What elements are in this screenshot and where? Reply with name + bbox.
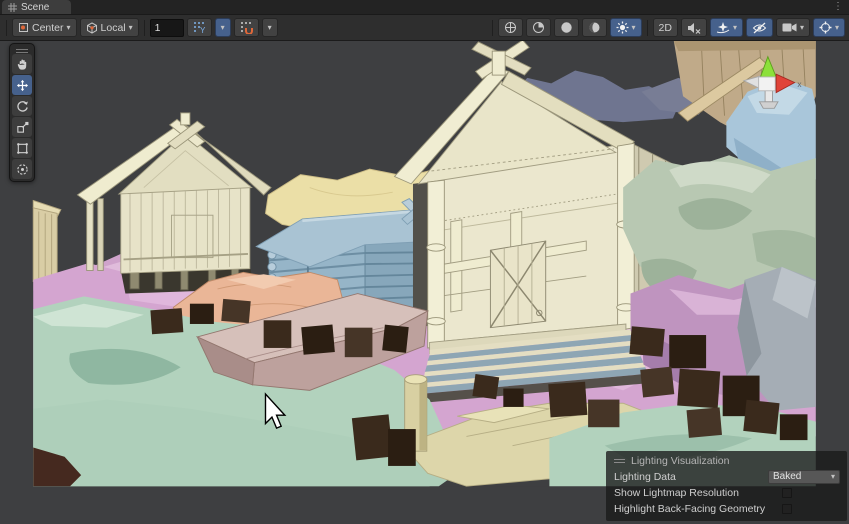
chevron-down-icon: ▾ <box>632 24 636 32</box>
chevron-down-icon: ▾ <box>221 24 225 32</box>
tab-scene[interactable]: Scene <box>2 0 71 14</box>
rotate-tool-button[interactable] <box>12 96 32 116</box>
draw-mode-lighting-button[interactable]: ▾ <box>610 18 642 37</box>
tools-drag-handle[interactable] <box>12 46 32 53</box>
tab-bar: Scene ⋮ <box>0 0 849 15</box>
grid-axis-y-icon: Y <box>193 21 206 34</box>
effects-sparkle-icon <box>716 22 730 34</box>
shading-mode-shaded-button[interactable] <box>498 18 523 37</box>
shading-mode-wireframe-button[interactable] <box>526 18 551 37</box>
lighting-data-label: Lighting Data <box>614 471 768 483</box>
panel-title: Lighting Visualization <box>631 455 729 467</box>
highlight-backfacing-label: Highlight Back-Facing Geometry <box>614 503 768 515</box>
sun-icon <box>616 21 629 34</box>
sphere-wire-icon <box>504 21 517 34</box>
rotate-icon <box>16 100 29 113</box>
chevron-down-icon: ▾ <box>831 473 835 481</box>
separator <box>647 20 648 36</box>
lighting-data-row: Lighting Data Baked ▾ <box>614 469 840 484</box>
scene-toolbar: Center ▾ Local ▾ Y <box>0 15 849 41</box>
toggle-effects-button[interactable]: ▾ <box>710 18 743 37</box>
grid-size-input[interactable] <box>150 19 184 37</box>
camera-icon <box>782 22 797 33</box>
scale-icon <box>16 121 29 134</box>
toggle-2d-button[interactable]: 2D <box>653 18 678 37</box>
separator <box>144 20 145 36</box>
scale-tool-button[interactable] <box>12 117 32 137</box>
sphere-quarter-icon <box>532 21 545 34</box>
scene-viewport[interactable]: x <box>0 41 849 524</box>
tab-menu-icon[interactable]: ⋮ <box>833 0 843 14</box>
lighting-data-value: Baked <box>773 471 801 482</box>
gizmos-toggle-button[interactable]: ▾ <box>813 18 845 37</box>
snap-settings-button[interactable] <box>234 18 259 37</box>
shading-mode-solid-button[interactable] <box>554 18 579 37</box>
transform-tool-button[interactable] <box>12 159 32 179</box>
shading-mode-shadows-button[interactable] <box>582 18 607 37</box>
show-lightmap-checkbox[interactable] <box>782 488 792 498</box>
hand-icon <box>16 58 29 71</box>
tab-title: Scene <box>21 2 49 13</box>
cube-icon <box>86 22 98 34</box>
chevron-down-icon: ▾ <box>800 24 804 32</box>
toggle-2d-label: 2D <box>659 22 672 34</box>
house-shadow-strip <box>413 182 428 328</box>
chevron-down-icon: ▾ <box>129 24 133 32</box>
camera-settings-button[interactable]: ▾ <box>776 18 810 37</box>
highlight-backfacing-row: Highlight Back-Facing Geometry <box>614 501 840 516</box>
grid-tab-icon <box>8 3 17 12</box>
orientation-mode-button[interactable]: Local ▾ <box>80 18 139 37</box>
move-icon <box>16 79 29 92</box>
separator <box>492 20 493 36</box>
orientation-mode-label: Local <box>101 22 126 34</box>
toggle-audio-button[interactable] <box>681 18 707 37</box>
show-lightmap-label: Show Lightmap Resolution <box>614 487 768 499</box>
pivot-icon <box>18 22 29 33</box>
snap-settings-dropdown[interactable]: ▾ <box>262 18 278 37</box>
toggle-hidden-objects-button[interactable] <box>746 18 773 37</box>
scene-view-window: Scene ⋮ Center ▾ Local ▾ <box>0 0 849 524</box>
lighting-data-dropdown[interactable]: Baked ▾ <box>768 470 840 484</box>
rect-icon <box>16 142 29 155</box>
separator <box>6 20 7 36</box>
chevron-down-icon: ▾ <box>268 24 272 32</box>
gizmos-sphere-icon <box>819 21 832 34</box>
snap-magnet-icon <box>240 21 253 34</box>
rect-tool-button[interactable] <box>12 138 32 158</box>
grid-visibility-dropdown[interactable]: ▾ <box>215 18 231 37</box>
eye-slash-icon <box>752 22 767 34</box>
gizmo-center-cube[interactable] <box>759 77 776 91</box>
audio-muted-icon <box>687 22 701 34</box>
move-tool-button[interactable] <box>12 75 32 95</box>
chevron-down-icon: ▾ <box>67 24 71 32</box>
chevron-down-icon: ▾ <box>733 24 737 32</box>
pan-tool-button[interactable] <box>12 54 32 74</box>
pivot-mode-button[interactable]: Center ▾ <box>12 18 77 37</box>
pivot-mode-label: Center <box>32 22 64 34</box>
chevron-down-icon: ▾ <box>835 24 839 32</box>
sphere-crescent-icon <box>588 21 601 34</box>
highlight-backfacing-checkbox[interactable] <box>782 504 792 514</box>
sphere-filled-icon <box>560 21 573 34</box>
transform-icon <box>16 163 29 176</box>
grid-visibility-button[interactable]: Y <box>187 18 212 37</box>
panel-drag-handle-icon[interactable] <box>614 459 625 460</box>
show-lightmap-row: Show Lightmap Resolution <box>614 485 840 500</box>
lighting-visualization-panel: Lighting Visualization Lighting Data Bak… <box>606 451 847 521</box>
svg-text:Y: Y <box>200 26 206 34</box>
tools-overlay <box>9 43 35 182</box>
